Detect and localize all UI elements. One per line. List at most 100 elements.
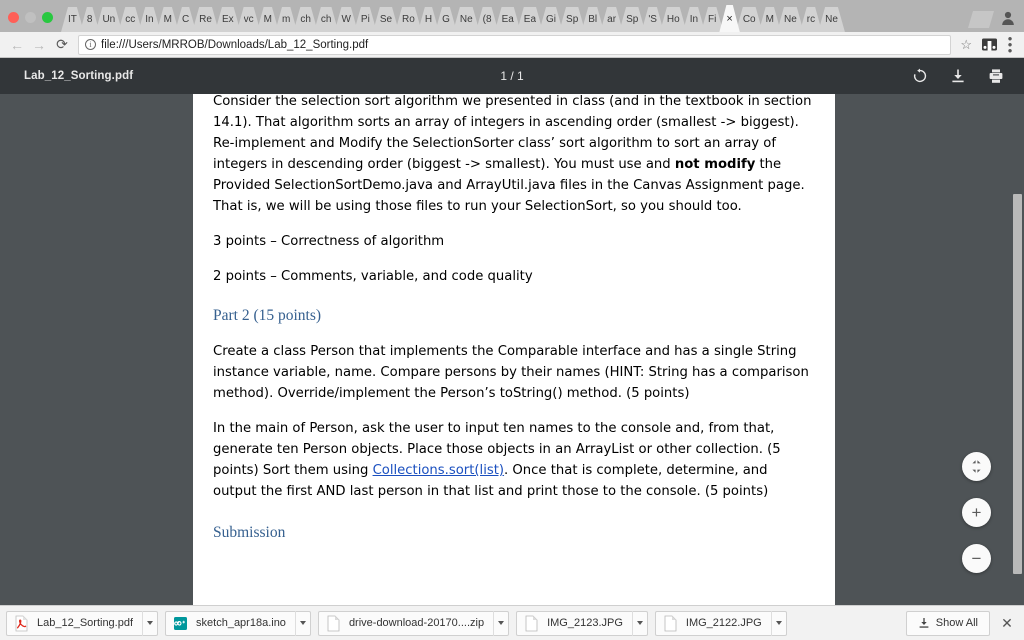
download-item[interactable]: drive-download-20170....zip — [317, 610, 510, 636]
address-bar[interactable]: i file:///Users/MRROB/Downloads/Lab_12_S… — [78, 34, 952, 55]
close-downloads-shelf-button[interactable]: ✕ — [999, 615, 1015, 632]
reload-button[interactable]: ⟳ — [50, 36, 74, 53]
tab-item[interactable]: Un — [95, 7, 122, 32]
tab-label: W — [341, 14, 351, 25]
pdf-viewer-body[interactable]: Consider the selection sort algorithm we… — [0, 94, 1024, 605]
tab-item[interactable]: Fi — [701, 7, 723, 32]
tab-item[interactable]: Ne — [777, 7, 804, 32]
arduino-file-icon — [174, 616, 188, 630]
download-item-name: Lab_12_Sorting.pdf — [37, 617, 134, 629]
fit-to-page-button[interactable] — [962, 452, 991, 481]
tab-item[interactable]: W — [334, 7, 357, 32]
window-zoom-button[interactable] — [42, 12, 53, 23]
bookmark-star-icon[interactable]: ☆ — [955, 37, 977, 53]
tab-item[interactable]: Re — [192, 7, 219, 32]
tab-item[interactable]: G — [435, 7, 457, 32]
tab-item[interactable]: IT — [61, 7, 84, 32]
forward-button[interactable]: → — [28, 38, 50, 52]
tab-item[interactable]: 'S — [641, 7, 664, 32]
download-item-menu-button[interactable] — [493, 610, 508, 636]
tab-item[interactable]: vc — [237, 7, 261, 32]
tab-item[interactable]: Gi — [539, 7, 563, 32]
browser-window: IT 8 Un cc In M C Re Ex vc Mm ch ch W Pi Se Ro H G Ne (8 Ea Ea… — [0, 0, 1024, 640]
chevron-down-icon — [775, 621, 782, 625]
tab-item[interactable]: Co — [736, 7, 763, 32]
download-item[interactable]: IMG_2123.JPG — [516, 610, 648, 636]
tab-item[interactable]: Ea — [495, 7, 521, 32]
profile-avatar[interactable] — [994, 10, 1024, 32]
tab-item[interactable]: Ea — [517, 7, 543, 32]
download-item[interactable]: sketch_apr18a.ino — [165, 610, 311, 636]
downloads-shelf-actions: Show All ✕ — [905, 610, 1018, 636]
tab-item[interactable]: Bl — [581, 7, 604, 32]
tab-item[interactable]: cc — [118, 7, 142, 32]
download-item-list: Lab_12_Sorting.pdf sketch_apr18a.ino drive… — [6, 610, 787, 636]
tab-item[interactable]: In — [138, 7, 160, 32]
tab-item[interactable]: Ne — [818, 7, 845, 32]
download-item-name: IMG_2123.JPG — [547, 617, 623, 629]
print-icon[interactable] — [988, 68, 1004, 84]
tab-item[interactable]: C — [175, 7, 196, 32]
download-icon — [919, 618, 929, 628]
tab-label: M — [765, 14, 774, 25]
tab-item[interactable]: Ne — [453, 7, 480, 32]
window-traffic-lights — [6, 12, 61, 32]
tab-item[interactable]: M — [157, 7, 179, 32]
tab-item[interactable]: Ex — [215, 7, 241, 32]
person-icon — [1002, 11, 1014, 25]
tab-item[interactable]: Ho — [660, 7, 687, 32]
new-tab-button[interactable] — [968, 11, 994, 28]
zoom-out-button[interactable]: − — [962, 544, 991, 573]
tab-item[interactable]: (8 — [476, 7, 499, 32]
tab-item[interactable]: Pi — [354, 7, 377, 32]
tab-item[interactable]: H — [418, 7, 439, 32]
paragraph-main-method: In the main of Person, ask the user to i… — [213, 418, 815, 502]
tab-label: 'S — [648, 14, 657, 25]
site-info-icon[interactable]: i — [85, 39, 96, 50]
download-item-menu-button[interactable] — [631, 610, 647, 636]
tab-item[interactable]: M — [759, 7, 781, 32]
download-item-menu-button[interactable] — [294, 610, 310, 636]
tab-item[interactable]: Ro — [395, 7, 422, 32]
tab-label: ch — [300, 14, 311, 25]
tab-item[interactable]: rc — [800, 7, 822, 32]
tab-item[interactable]: ch — [293, 7, 318, 32]
chrome-menu-button[interactable]: • • • — [1002, 32, 1018, 57]
tab-label: M — [263, 14, 272, 25]
download-item-menu-button[interactable] — [142, 610, 157, 636]
tab-label: C — [181, 14, 190, 25]
show-all-downloads-button[interactable]: Show All — [905, 610, 990, 636]
back-button[interactable]: ← — [6, 38, 28, 52]
points-line-2: 2 points – Comments, variable, and code … — [213, 269, 533, 284]
tab-label: rc — [806, 14, 816, 25]
tab-item[interactable]: In — [683, 7, 705, 32]
tab-item[interactable]: M — [257, 7, 279, 32]
tab-label: M — [163, 14, 172, 25]
extension-icon[interactable] — [982, 38, 997, 51]
pdf-scrollbar-thumb[interactable] — [1013, 194, 1022, 574]
download-icon[interactable] — [950, 68, 966, 84]
window-close-button[interactable] — [8, 12, 19, 23]
collections-sort-link[interactable]: Collections.sort(list) — [373, 463, 504, 478]
tab-item[interactable]: Sp — [619, 7, 645, 32]
tab-label: G — [442, 14, 450, 25]
download-item-menu-button[interactable] — [770, 610, 786, 636]
paragraph-part1-bold: not modify — [674, 157, 756, 172]
tab-item[interactable]: Sp — [559, 7, 585, 32]
tab-active[interactable]: × — [719, 5, 739, 32]
tab-item[interactable]: Se — [373, 7, 399, 32]
pdf-scrollbar[interactable] — [1009, 94, 1024, 605]
tab-item[interactable]: ar — [600, 7, 623, 32]
tab-label: Pi — [360, 14, 370, 25]
download-item[interactable]: IMG_2122.JPG — [654, 610, 787, 636]
tab-label: ar — [607, 14, 617, 25]
tab-label: Ea — [501, 14, 514, 25]
window-minimize-button[interactable] — [25, 12, 36, 23]
tab-item[interactable]: ch — [314, 7, 339, 32]
tab-item[interactable]: m — [275, 7, 297, 32]
download-item[interactable]: Lab_12_Sorting.pdf — [6, 610, 159, 636]
chevron-down-icon — [636, 621, 643, 625]
rotate-icon[interactable] — [912, 68, 928, 84]
tab-label: × — [726, 12, 733, 25]
zoom-in-button[interactable]: + — [962, 498, 991, 527]
